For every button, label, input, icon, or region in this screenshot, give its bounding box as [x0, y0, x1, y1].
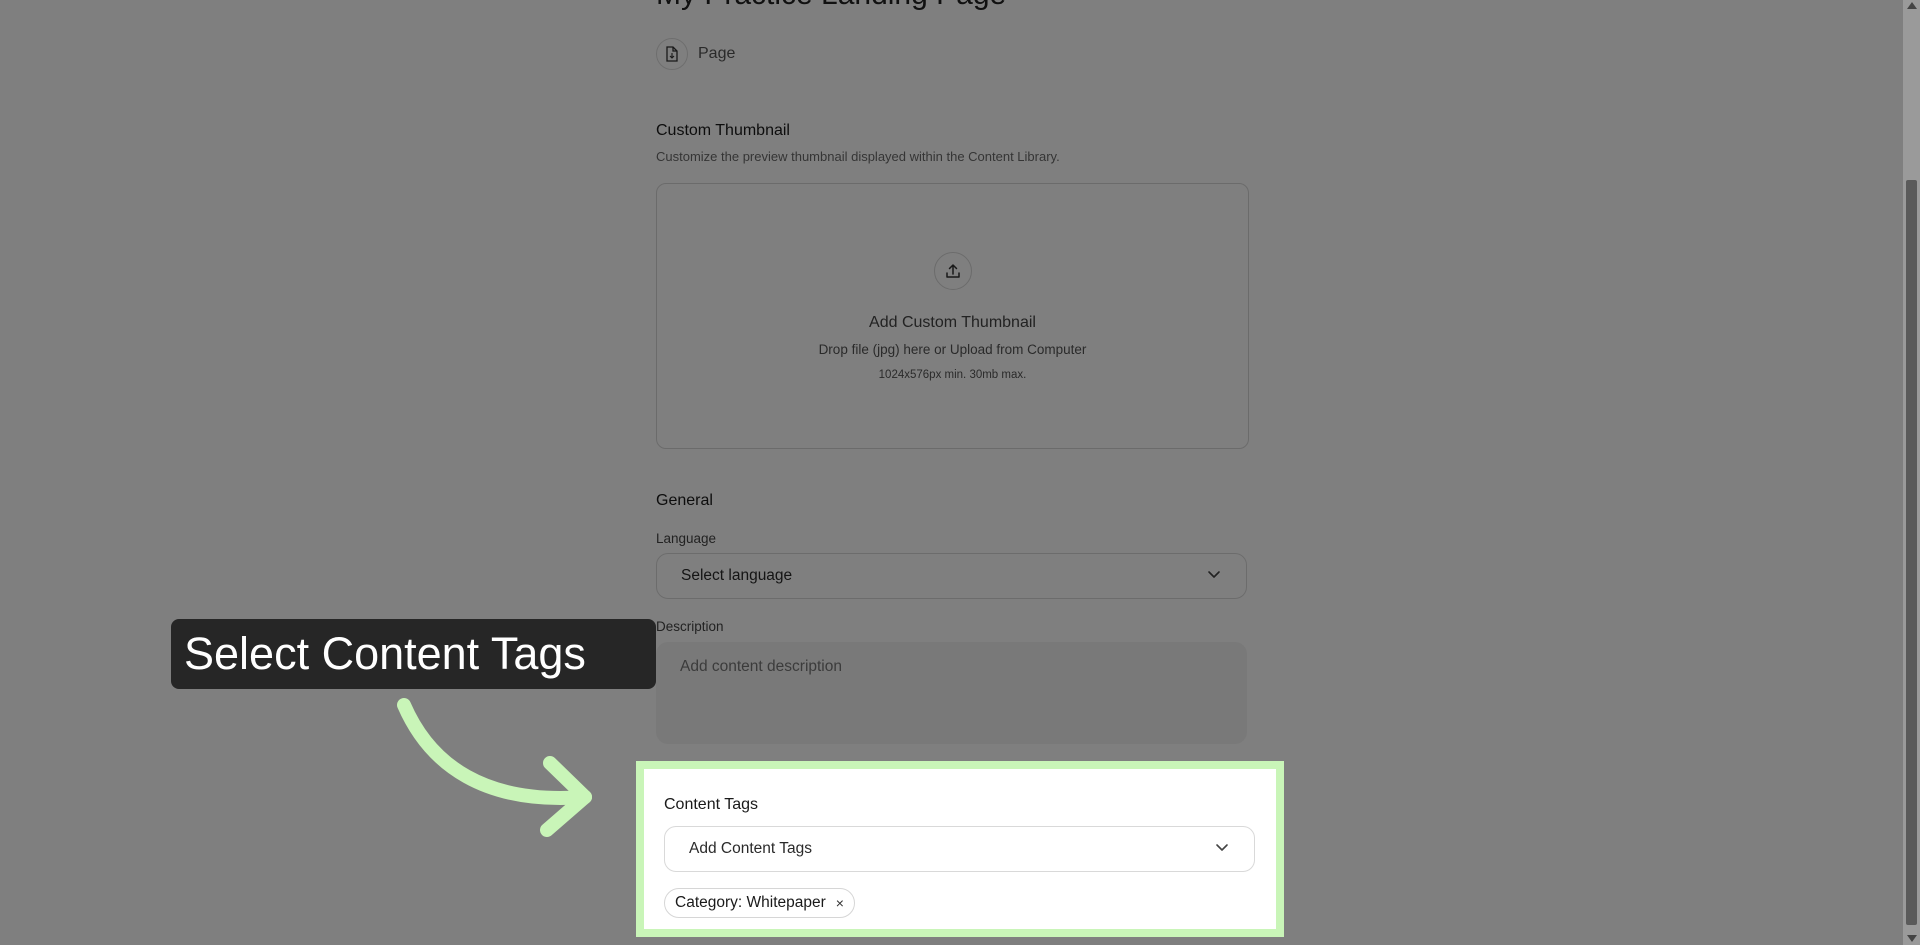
page-title: My Practice Landing Page: [656, 0, 1006, 12]
chevron-down-icon: [1206, 566, 1222, 587]
thumbnail-section-title: Custom Thumbnail: [656, 122, 790, 139]
description-label: Description: [656, 619, 724, 634]
remove-tag-icon[interactable]: ×: [836, 895, 844, 911]
scroll-up-icon[interactable]: [1907, 2, 1917, 9]
callout-arrow-icon: [397, 698, 592, 837]
language-label: Language: [656, 531, 717, 546]
chevron-down-icon: [1214, 839, 1230, 860]
content-edit-page: My Practice Landing Page Page Custom Thu…: [0, 0, 1920, 945]
tag-chip: Category: Whitepaper ×: [664, 888, 855, 918]
dropzone-instructions: Drop file (jpg) here or Upload from Comp…: [818, 342, 1087, 357]
vertical-scrollbar[interactable]: [1903, 0, 1920, 945]
tag-chip-label: Category: Whitepaper: [675, 894, 826, 911]
thumbnail-dropzone[interactable]: Add Custom Thumbnail Drop file (jpg) her…: [656, 183, 1249, 449]
dropzone-title: Add Custom Thumbnail: [869, 314, 1036, 331]
content-tags-highlight: Content Tags Add Content Tags Category: …: [636, 761, 1284, 937]
language-select[interactable]: Select language: [656, 553, 1247, 599]
content-tags-select[interactable]: Add Content Tags: [664, 826, 1255, 872]
language-select-value: Select language: [681, 567, 793, 584]
thumbnail-section-description: Customize the preview thumbnail displaye…: [656, 149, 1060, 164]
scroll-down-icon[interactable]: [1907, 935, 1917, 942]
content-tags-placeholder: Add Content Tags: [689, 840, 812, 857]
content-type-row: Page: [656, 38, 735, 70]
general-section-title: General: [656, 492, 713, 509]
upload-icon: [934, 252, 972, 290]
content-tags-section: Content Tags Add Content Tags Category: …: [644, 769, 1276, 929]
dropzone-size-note: 1024x576px min. 30mb max.: [878, 369, 1027, 381]
tutorial-callout: Select Content Tags: [171, 619, 656, 689]
content-tags-title: Content Tags: [664, 796, 758, 813]
description-textarea[interactable]: Add content description: [656, 642, 1247, 744]
content-type-label: Page: [698, 45, 736, 62]
scrollbar-thumb[interactable]: [1906, 180, 1917, 925]
document-icon: [656, 38, 688, 70]
